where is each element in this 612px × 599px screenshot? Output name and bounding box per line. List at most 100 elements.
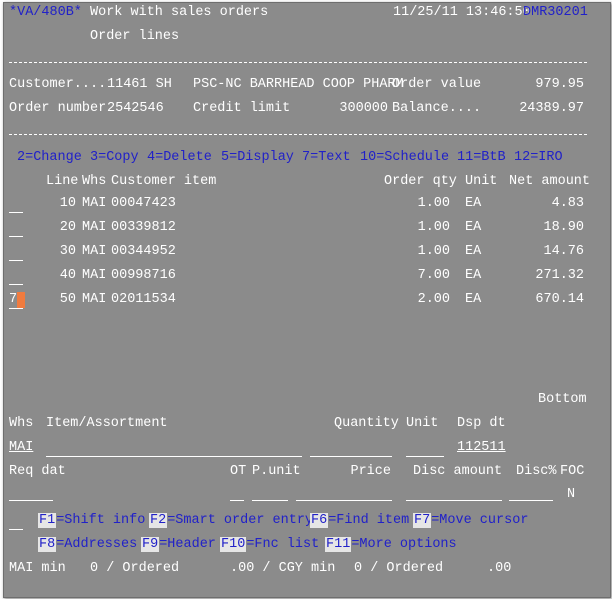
row-item: 02011534	[111, 292, 176, 307]
device-id: DMR30201	[523, 5, 588, 20]
col-line: Line	[46, 174, 79, 189]
f8-text: =Addresses	[56, 537, 138, 552]
f2-smart-order-key[interactable]: F2=Smart order entry	[149, 513, 313, 529]
f7-move-cursor-key[interactable]: F7=Move cursor	[413, 513, 528, 529]
f6-text: =Find item	[328, 513, 410, 528]
row-line: 20	[59, 220, 76, 235]
f1-text: =Shift info	[56, 513, 146, 528]
row-item: 00047423	[111, 196, 176, 211]
ot-field[interactable]	[230, 500, 244, 501]
col-net-amount: Net amount	[509, 174, 591, 189]
col-customer-item: Customer item	[111, 174, 217, 189]
terminal-screen: *VA/480B* Work with sales orders Order l…	[3, 2, 611, 598]
col-whs: Whs	[82, 174, 107, 189]
disc-amount-field[interactable]	[406, 500, 502, 501]
option-change: 2=Change	[17, 150, 82, 165]
mai-min-label: MAI min	[9, 561, 66, 576]
price-label: Price	[350, 464, 391, 479]
row-line: 50	[59, 292, 76, 307]
quantity-field[interactable]	[310, 456, 392, 457]
mai-ordered: 0 / Ordered	[90, 561, 180, 576]
row-qty: 2.00	[417, 292, 450, 307]
row-net: 670.14	[535, 292, 584, 307]
f10-key: F10	[220, 537, 247, 552]
text-cursor	[17, 292, 25, 308]
customer-name: PSC-NC BARRHEAD COOP PHARM	[193, 77, 404, 92]
item-assortment-field[interactable]	[46, 456, 302, 457]
option-schedule: 10=Schedule	[360, 150, 450, 165]
row-option-input[interactable]: 7	[9, 292, 17, 308]
dsp-date-label: Dsp dt	[457, 416, 506, 431]
disc-amount-label: Disc amount	[413, 464, 503, 479]
row-net: 18.90	[543, 220, 584, 235]
option-text: 7=Text	[302, 150, 351, 165]
f8-key: F8	[38, 537, 57, 552]
req-date-field[interactable]	[9, 500, 53, 501]
row-qty: 1.00	[417, 244, 450, 259]
row-unit: EA	[465, 244, 482, 259]
unit-label: Unit	[406, 416, 439, 431]
row-qty: 1.00	[417, 196, 450, 211]
f8-addresses-key[interactable]: F8=Addresses	[38, 537, 137, 553]
f7-text: =Move cursor	[431, 513, 529, 528]
dsp-date-field[interactable]: 112511	[457, 440, 506, 456]
program-id: *VA/480B*	[9, 5, 82, 20]
f11-more-options-key[interactable]: F11=More options	[325, 537, 457, 553]
f9-header-key[interactable]: F9=Header	[141, 537, 216, 553]
screen-title: Work with sales orders	[90, 5, 269, 20]
order-number-label: Order number	[9, 101, 107, 116]
disc-pct-label: Disc%	[516, 464, 557, 479]
row-net: 4.83	[551, 196, 584, 211]
cgy-amount: .00	[487, 561, 512, 576]
col-order-qty: Order qty	[384, 174, 457, 189]
row-item: 00339812	[111, 220, 176, 235]
option-display: 5=Display	[221, 150, 294, 165]
row-qty: 1.00	[417, 220, 450, 235]
balance: 24389.97	[519, 101, 584, 116]
f2-text: =Smart order entry	[167, 513, 314, 528]
row-whs: MAI	[82, 244, 107, 259]
f7-key: F7	[413, 513, 432, 528]
punit-field[interactable]	[252, 500, 288, 501]
row-option-underline	[9, 308, 23, 309]
row-net: 14.76	[543, 244, 584, 259]
bottom-marker: Bottom	[538, 392, 587, 407]
row-line: 40	[59, 268, 76, 283]
f9-text: =Header	[159, 537, 216, 552]
row-unit: EA	[465, 292, 482, 307]
row-whs: MAI	[82, 196, 107, 211]
cgy-ordered: 0 / Ordered	[354, 561, 444, 576]
row-unit: EA	[465, 268, 482, 283]
price-field[interactable]	[296, 500, 392, 501]
col-unit: Unit	[465, 174, 498, 189]
mai-amount: .00 / CGY min	[230, 561, 336, 576]
row-line: 10	[59, 196, 76, 211]
whs-label: Whs	[9, 416, 34, 431]
row-whs: MAI	[82, 220, 107, 235]
whs-field[interactable]: MAI	[9, 440, 33, 456]
row-whs: MAI	[82, 292, 107, 307]
balance-label: Balance....	[392, 101, 482, 116]
row-option-underline	[9, 236, 23, 237]
row-item: 00998716	[111, 268, 176, 283]
credit-limit-label: Credit limit	[193, 101, 291, 116]
separator-mid	[9, 134, 587, 135]
row-item: 00344952	[111, 244, 176, 259]
row-whs: MAI	[82, 268, 107, 283]
order-number: 2542546	[107, 101, 164, 116]
unit-field[interactable]	[406, 456, 444, 457]
foc-field[interactable]: N	[567, 487, 575, 503]
f6-find-item-key[interactable]: F6=Find item	[310, 513, 409, 529]
row-line: 30	[59, 244, 76, 259]
f1-shift-info-key[interactable]: F1=Shift info	[38, 513, 145, 529]
customer-label: Customer....	[9, 77, 107, 92]
row-option-underline	[9, 260, 23, 261]
f10-fnc-list-key[interactable]: F10=Fnc list	[220, 537, 319, 553]
datetime: 11/25/11 13:46:50	[393, 5, 531, 20]
disc-pct-field[interactable]	[509, 500, 553, 501]
option-iro: 12=IRO	[514, 150, 563, 165]
row-net: 271.32	[535, 268, 584, 283]
screen-subtitle: Order lines	[90, 29, 180, 44]
separator-top	[9, 62, 587, 63]
f11-key: F11	[325, 537, 352, 552]
